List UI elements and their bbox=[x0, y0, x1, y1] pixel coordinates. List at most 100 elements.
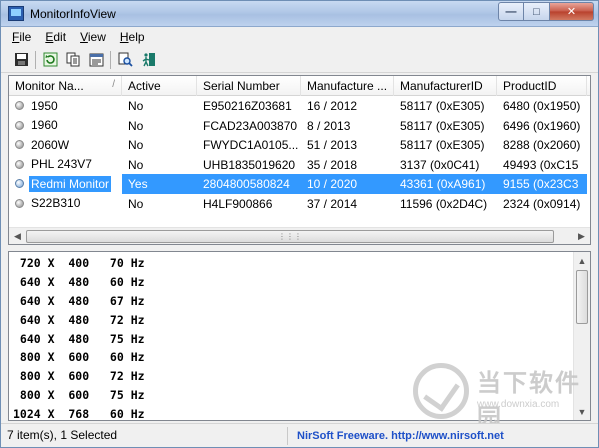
scroll-up-arrow-icon[interactable]: ▲ bbox=[574, 252, 590, 269]
table-row[interactable]: 1950 No E950216Z03681 16 / 2012 58117 (0xE30… bbox=[9, 96, 590, 116]
table-row[interactable]: 2060W No FWYDC1A0105... 51 / 2013 58117 (0xE… bbox=[9, 135, 590, 155]
cell-serial: UHB1835019620 bbox=[203, 157, 296, 172]
cell-manufacture: 37 / 2014 bbox=[307, 196, 358, 211]
cell-active: No bbox=[128, 138, 144, 152]
cell-monitor-name: 1950 bbox=[9, 96, 122, 116]
toolbar-separator bbox=[110, 50, 111, 69]
refresh-icon bbox=[43, 52, 57, 67]
modes-text-pane[interactable]: 720 X 400 70 Hz 640 X 480 60 Hz 640 X 48… bbox=[8, 251, 591, 421]
cell-product-id: 8288 (0x2060) bbox=[503, 138, 581, 152]
properties-button[interactable] bbox=[85, 50, 107, 70]
display-mode-line: 640 X 480 72 Hz bbox=[13, 312, 145, 327]
window-controls: — □ ✕ bbox=[498, 2, 594, 21]
column-header-label: Serial Number bbox=[203, 79, 280, 93]
column-header-label: Manufacture ... bbox=[307, 79, 388, 93]
monitor-status-icon bbox=[15, 140, 24, 150]
copy-icon bbox=[66, 52, 79, 67]
cell-product-id: 2324 (0x0914) bbox=[503, 196, 581, 211]
table-row[interactable]: Redmi Monitor Yes 2804800580824 10 / 2020 43… bbox=[9, 174, 590, 194]
display-mode-line: 640 X 480 60 Hz bbox=[13, 274, 145, 289]
monitor-status-icon bbox=[15, 198, 24, 208]
cell-serial: FWYDC1A0105... bbox=[203, 138, 299, 152]
display-mode-line: 640 X 480 67 Hz bbox=[13, 293, 145, 308]
horizontal-scrollbar[interactable]: ◀ ⋮⋮⋮ ▶ bbox=[9, 227, 590, 244]
menu-label: iew bbox=[87, 30, 106, 44]
display-mode-line: 800 X 600 60 Hz bbox=[13, 350, 145, 365]
column-header[interactable]: Active bbox=[122, 76, 197, 96]
nirsoft-link[interactable]: NirSoft Freeware. http://www.nirsoft.net bbox=[288, 430, 504, 442]
scroll-right-arrow-icon[interactable]: ▶ bbox=[573, 228, 590, 244]
column-header[interactable]: Manufacture ... bbox=[301, 76, 394, 96]
menu-label: dit bbox=[53, 30, 67, 44]
column-header[interactable]: ManufacturerID bbox=[394, 76, 497, 96]
menu-view[interactable]: View bbox=[73, 28, 113, 46]
monitor-status-icon bbox=[15, 159, 24, 169]
toolbar-separator bbox=[35, 50, 36, 69]
cell-active: No bbox=[128, 118, 144, 133]
menu-bar: File Edit View Help bbox=[1, 28, 598, 46]
cell-serial: 2804800580824 bbox=[197, 174, 301, 194]
table-row[interactable]: 1960 No FCAD23A003870 8 / 2013 58117 (0xE305… bbox=[9, 116, 590, 136]
cell-manufacture: 10 / 2020 bbox=[301, 174, 394, 194]
menu-accelerator: H bbox=[119, 30, 129, 44]
title-bar[interactable]: MonitorInfoView — □ ✕ bbox=[1, 1, 598, 27]
status-bar: 7 item(s), 1 Selected NirSoft Freeware. … bbox=[1, 423, 598, 447]
exit-button[interactable] bbox=[137, 50, 159, 70]
menu-edit[interactable]: Edit bbox=[38, 28, 73, 46]
monitor-list[interactable]: Monitor Na... / Active Serial Number Manufac… bbox=[8, 75, 591, 245]
display-mode-line: 720 X 400 70 Hz bbox=[13, 256, 145, 270]
vertical-scrollbar[interactable]: ▲ ▼ bbox=[573, 252, 590, 420]
scroll-left-arrow-icon[interactable]: ◀ bbox=[9, 228, 26, 244]
list-header: Monitor Na... / Active Serial Number Manufac… bbox=[9, 76, 590, 96]
cell-mfr-id: 11596 (0x2D4C) bbox=[400, 196, 488, 211]
menu-label: ile bbox=[19, 30, 32, 44]
monitor-name-text: 1960 bbox=[31, 118, 58, 133]
toolbar bbox=[1, 47, 598, 73]
refresh-button[interactable] bbox=[39, 50, 61, 70]
table-row[interactable]: S22B310 No H4LF900866 37 / 2014 11596 (0x2D4… bbox=[9, 194, 590, 214]
cell-manufacture: 16 / 2012 bbox=[307, 99, 358, 113]
monitor-status-icon bbox=[15, 120, 24, 130]
list-rows: 1950 No E950216Z03681 16 / 2012 58117 (0xE30… bbox=[9, 96, 590, 214]
cell-monitor-name: 1960 bbox=[9, 116, 122, 136]
menu-label: elp bbox=[128, 30, 145, 44]
cell-active: Yes bbox=[122, 174, 197, 194]
app-icon bbox=[8, 6, 24, 21]
monitor-name-text: Redmi Monitor bbox=[29, 175, 112, 192]
cell-mfr-id: 58117 (0xE305) bbox=[400, 99, 485, 113]
cell-product-id: 49493 (0xC15 bbox=[503, 157, 579, 172]
cell-serial: E950216Z03681 bbox=[203, 99, 292, 113]
column-header[interactable]: Serial Number bbox=[197, 76, 301, 96]
properties-icon bbox=[89, 53, 103, 67]
column-header[interactable]: Monitor Na... / bbox=[9, 76, 122, 96]
column-header[interactable]: ProductID bbox=[497, 76, 587, 96]
column-header-label: Active bbox=[128, 79, 161, 93]
close-button[interactable]: ✕ bbox=[550, 2, 594, 21]
maximize-button[interactable]: □ bbox=[524, 2, 550, 21]
cell-active: No bbox=[128, 196, 144, 211]
app-window: MonitorInfoView — □ ✕ File Edit View Help bbox=[0, 0, 599, 448]
cell-active: No bbox=[128, 157, 144, 172]
menu-help[interactable]: Help bbox=[113, 28, 152, 46]
minimize-button[interactable]: — bbox=[498, 2, 524, 21]
pane-splitter[interactable] bbox=[1, 246, 598, 250]
copy-button[interactable] bbox=[62, 50, 84, 70]
vertical-scroll-thumb[interactable] bbox=[576, 270, 588, 324]
status-item-count: 7 item(s), 1 Selected bbox=[1, 426, 288, 445]
table-row[interactable]: PHL 243V7 No UHB1835019620 35 / 2018 3137 (0… bbox=[9, 155, 590, 175]
monitor-name-text: 2060W bbox=[31, 137, 70, 152]
menu-file[interactable]: File bbox=[5, 28, 38, 46]
find-button[interactable] bbox=[114, 50, 136, 70]
cell-product-id: 6480 (0x1950) bbox=[503, 99, 581, 113]
scroll-down-arrow-icon[interactable]: ▼ bbox=[574, 403, 590, 420]
cell-product-id: 9155 (0x23C3 bbox=[497, 174, 587, 194]
column-header-label: ProductID bbox=[503, 79, 557, 93]
column-header-label: Monitor Na... bbox=[15, 79, 84, 93]
cell-monitor-name: PHL 243V7 bbox=[9, 155, 122, 175]
find-icon bbox=[118, 52, 133, 67]
save-button[interactable] bbox=[10, 50, 32, 70]
column-header-label: ManufacturerID bbox=[400, 79, 483, 93]
sort-indicator-icon: / bbox=[112, 79, 115, 90]
monitor-status-icon bbox=[15, 101, 24, 111]
horizontal-scroll-thumb[interactable]: ⋮⋮⋮ bbox=[26, 230, 554, 243]
